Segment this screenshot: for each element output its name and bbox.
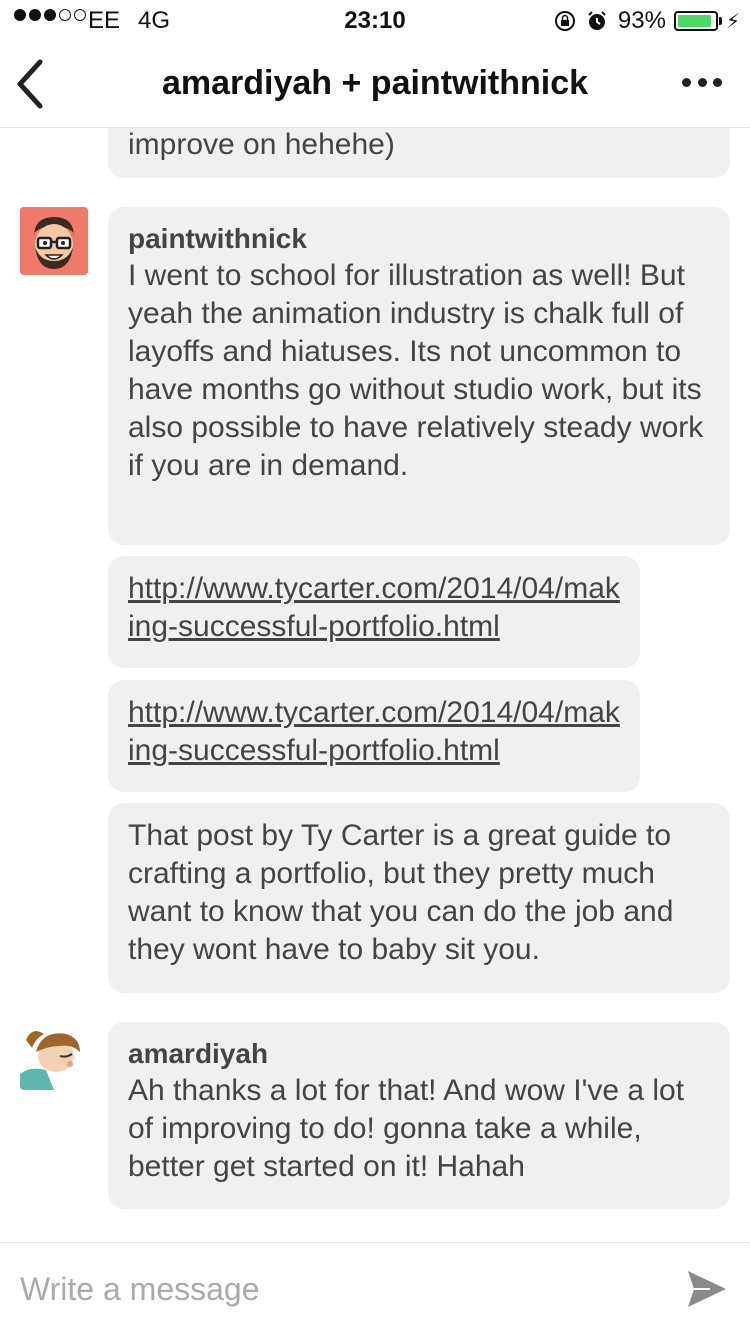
status-bar: EE 4G 23:10 93% ⚡ bbox=[0, 0, 750, 40]
send-button[interactable] bbox=[686, 1269, 728, 1309]
sender-name: amardiyah bbox=[128, 1038, 269, 1069]
message-bubble: paintwithnick I went to school for illus… bbox=[108, 207, 730, 545]
signal-strength-icon bbox=[14, 9, 89, 21]
message-bubble: http://www.tycarter.com/2014/04/making-s… bbox=[108, 556, 640, 668]
carrier-label: EE bbox=[88, 7, 121, 34]
alarm-icon bbox=[588, 11, 606, 30]
conversation-title: amardiyah + paintwithnick bbox=[161, 64, 589, 102]
avatar-illustration bbox=[20, 1022, 88, 1090]
avatar-paintwithnick[interactable] bbox=[20, 207, 88, 275]
sender-name: paintwithnick bbox=[128, 223, 307, 254]
compose-bar bbox=[0, 1242, 750, 1334]
message-text: I went to school for illustration as wel… bbox=[128, 259, 704, 482]
battery-icon bbox=[673, 11, 722, 31]
rotation-lock-icon bbox=[554, 11, 575, 31]
link[interactable]: http://www.tycarter.com/2014/04/making-s… bbox=[128, 572, 620, 643]
message-bubble: http://www.tycarter.com/2014/04/making-s… bbox=[108, 680, 640, 792]
battery-percent: 93% bbox=[617, 7, 666, 34]
link[interactable]: http://www.tycarter.com/2014/04/making-s… bbox=[128, 696, 620, 767]
dot-icon bbox=[682, 77, 691, 87]
message-input[interactable] bbox=[20, 1265, 640, 1313]
send-icon bbox=[688, 1271, 726, 1307]
back-button[interactable] bbox=[10, 56, 60, 112]
message-text: Ah thanks a lot for that! And wow I've a… bbox=[128, 1074, 685, 1183]
dot-icon bbox=[713, 77, 722, 87]
message-bubble: amardiyah Ah thanks a lot for that! And … bbox=[108, 1022, 730, 1209]
charging-icon: ⚡ bbox=[725, 10, 740, 33]
network-label: 4G bbox=[138, 7, 171, 34]
chevron-left-icon bbox=[17, 59, 43, 109]
message-bubble: improve on hehehe) bbox=[108, 128, 730, 178]
dot-icon bbox=[697, 77, 707, 87]
more-options-button[interactable] bbox=[682, 70, 722, 94]
message-text: improve on hehehe) bbox=[128, 128, 395, 161]
avatar-amardiyah[interactable] bbox=[20, 1022, 88, 1090]
nav-bar: amardiyah + paintwithnick bbox=[0, 40, 750, 128]
message-thread[interactable]: improve on hehehe) paintwithnick I went … bbox=[0, 128, 750, 1242]
message-text: That post by Ty Carter is a great guide … bbox=[128, 819, 674, 966]
message-bubble: That post by Ty Carter is a great guide … bbox=[108, 803, 730, 993]
avatar-illustration bbox=[20, 207, 88, 275]
